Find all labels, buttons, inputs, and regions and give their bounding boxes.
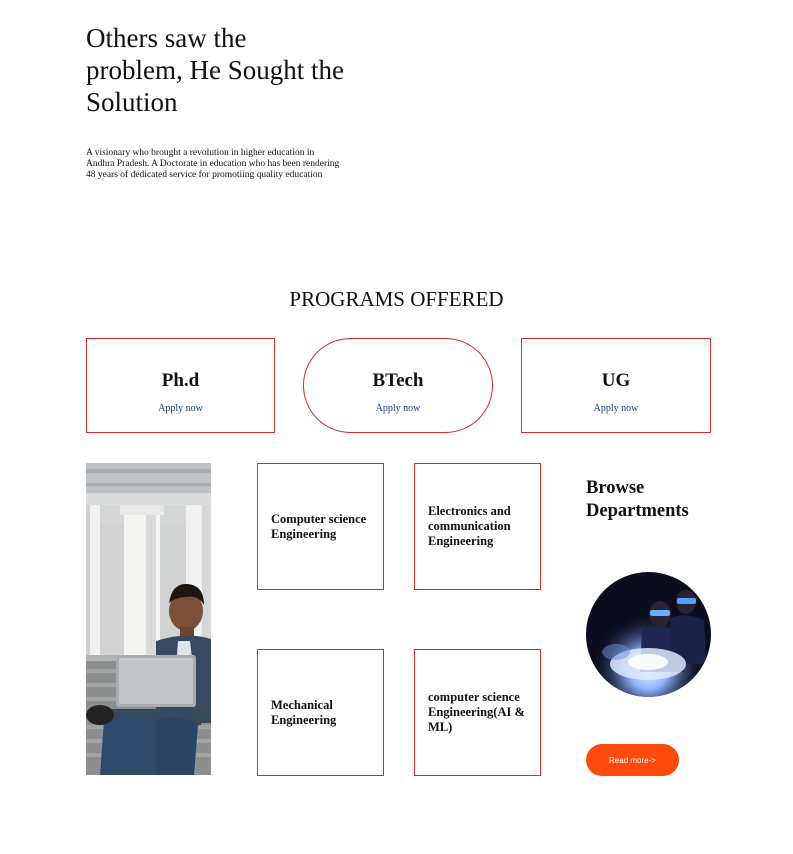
hero-description: A visionary who brought a revolution in …: [86, 148, 340, 180]
department-card-cse[interactable]: Computer science Engineering: [257, 463, 384, 590]
program-card-phd[interactable]: Ph.d Apply now: [86, 338, 275, 433]
student-photo: [86, 463, 211, 775]
program-card-btech[interactable]: BTech Apply now: [303, 338, 493, 433]
apply-now-link[interactable]: Apply now: [522, 403, 710, 414]
read-more-button[interactable]: Read more->: [586, 744, 679, 776]
department-card-ece[interactable]: Electronics and communication Engineerin…: [414, 463, 541, 590]
department-card-cse-ai-ml[interactable]: computer science Engineering(AI & ML): [414, 649, 541, 776]
lab-photo: [586, 572, 711, 697]
program-name: UG: [601, 370, 631, 391]
programs-heading: PROGRAMS OFFERED: [289, 287, 504, 311]
hero-title: Others saw the problem, He Sought the So…: [86, 23, 344, 117]
program-name: BTech: [372, 370, 424, 391]
department-card-mechanical[interactable]: Mechanical Engineering: [257, 649, 384, 776]
apply-now-link[interactable]: Apply now: [87, 403, 274, 414]
program-name: Ph.d: [161, 370, 200, 391]
browse-departments-title: Browse Departments: [586, 478, 689, 521]
program-card-ug[interactable]: UG Apply now: [521, 338, 711, 433]
apply-now-link[interactable]: Apply now: [304, 403, 492, 414]
